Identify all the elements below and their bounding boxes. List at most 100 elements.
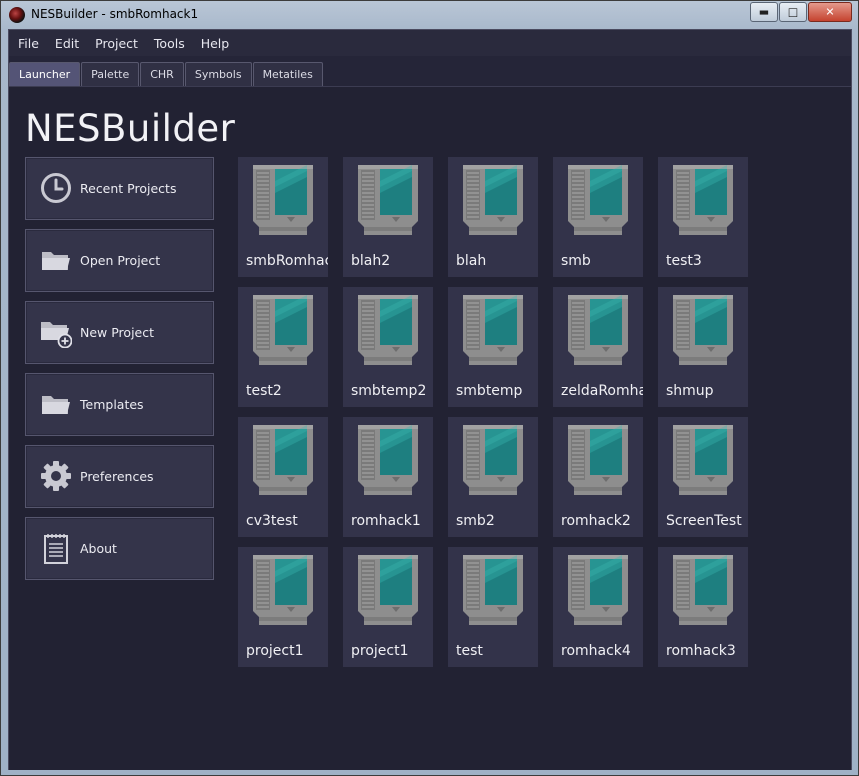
tab-palette[interactable]: Palette: [81, 62, 140, 86]
menu-edit[interactable]: Edit: [48, 36, 86, 51]
project-name: smbtemp2: [351, 383, 427, 399]
cartridge-icon: [358, 425, 418, 495]
project-name: project1: [351, 643, 409, 659]
close-button[interactable]: ✕: [808, 2, 852, 22]
folder-add-icon: [41, 322, 72, 348]
project-tile[interactable]: blah: [448, 157, 538, 277]
project-tile[interactable]: zeldaRomhac: [553, 287, 643, 407]
project-tile[interactable]: smbtemp: [448, 287, 538, 407]
menu-help[interactable]: Help: [194, 36, 237, 51]
cartridge-icon: [568, 295, 628, 365]
maximize-icon: □: [787, 5, 799, 19]
project-tile[interactable]: test3: [658, 157, 748, 277]
project-tile[interactable]: romhack1: [343, 417, 433, 537]
menu-file[interactable]: File: [11, 36, 46, 51]
gear-icon: [41, 461, 71, 491]
cartridge-icon: [673, 295, 733, 365]
clock-icon: [41, 173, 71, 203]
cartridge-icon: [463, 295, 523, 365]
tab-chr[interactable]: CHR: [140, 62, 184, 86]
project-name: smb: [561, 253, 591, 269]
project-tile[interactable]: romhack3: [658, 547, 748, 667]
cartridge-icon: [358, 555, 418, 625]
project-name: shmup: [666, 383, 714, 399]
folder-icon: [42, 252, 70, 270]
project-name: smbtemp: [456, 383, 523, 399]
cartridge-icon: [253, 425, 313, 495]
tab-launcher[interactable]: Launcher: [9, 62, 81, 86]
cartridge-icon: [253, 555, 313, 625]
project-tile[interactable]: project1: [238, 547, 328, 667]
minimize-button[interactable]: ▬: [750, 2, 778, 22]
new-project-label: New Project: [80, 325, 155, 340]
cartridge-icon: [463, 425, 523, 495]
notepad-icon: [44, 534, 68, 564]
open-project-label: Open Project: [80, 253, 161, 268]
folder-icon: [42, 396, 70, 414]
cartridge-icon: [673, 555, 733, 625]
project-name: ScreenTest: [666, 513, 742, 529]
title-bar[interactable]: NESBuilder - smbRomhack1 ▬ □ ✕: [1, 1, 858, 29]
project-tile[interactable]: smbtemp2: [343, 287, 433, 407]
preferences-button[interactable]: Preferences: [25, 445, 214, 508]
cartridge-icon: [463, 555, 523, 625]
project-name: romhack4: [561, 643, 631, 659]
project-name: romhack2: [561, 513, 631, 529]
cartridge-icon: [568, 165, 628, 235]
project-name: romhack1: [351, 513, 421, 529]
project-tile[interactable]: romhack2: [553, 417, 643, 537]
project-tile[interactable]: cv3test: [238, 417, 328, 537]
cartridge-icon: [673, 425, 733, 495]
cartridge-icon: [358, 295, 418, 365]
project-tile[interactable]: romhack4: [553, 547, 643, 667]
cartridge-icon: [463, 165, 523, 235]
project-name: smbRomhac: [246, 253, 328, 269]
project-tile[interactable]: ScreenTest: [658, 417, 748, 537]
tab-metatiles[interactable]: Metatiles: [252, 62, 323, 86]
project-name: project1: [246, 643, 304, 659]
project-tile[interactable]: shmup: [658, 287, 748, 407]
project-name: test3: [666, 253, 702, 269]
project-tile[interactable]: blah2: [343, 157, 433, 277]
tab-bar: Launcher Palette CHR Symbols Metatiles: [9, 62, 324, 86]
cartridge-icon: [568, 555, 628, 625]
app-logo-icon: [9, 7, 25, 23]
close-icon: ✕: [825, 5, 835, 19]
minimize-icon: ▬: [758, 5, 770, 19]
templates-label: Templates: [80, 397, 144, 412]
cartridge-icon: [673, 165, 733, 235]
project-tile[interactable]: test2: [238, 287, 328, 407]
tab-symbols[interactable]: Symbols: [184, 62, 252, 86]
project-tile[interactable]: test: [448, 547, 538, 667]
client-area: File Edit Project Tools Help Launcher Pa…: [8, 29, 852, 770]
launcher-panel: NESBuilder Recent Projects Open Project: [9, 86, 851, 770]
about-button[interactable]: About: [25, 517, 214, 580]
project-tile[interactable]: project1: [343, 547, 433, 667]
maximize-button[interactable]: □: [779, 2, 807, 22]
cartridge-icon: [253, 295, 313, 365]
cartridge-icon: [358, 165, 418, 235]
project-name: test2: [246, 383, 282, 399]
project-tile[interactable]: smbRomhac: [238, 157, 328, 277]
menu-tools[interactable]: Tools: [147, 36, 192, 51]
about-label: About: [80, 541, 117, 556]
project-name: blah: [456, 253, 487, 269]
project-tile[interactable]: smb2: [448, 417, 538, 537]
new-project-button[interactable]: New Project: [25, 301, 214, 364]
project-name: romhack3: [666, 643, 736, 659]
preferences-label: Preferences: [80, 469, 154, 484]
page-title: NESBuilder: [25, 107, 236, 150]
project-name: cv3test: [246, 513, 298, 529]
menu-bar: File Edit Project Tools Help: [9, 30, 851, 56]
cartridge-icon: [568, 425, 628, 495]
project-tile[interactable]: smb: [553, 157, 643, 277]
templates-button[interactable]: Templates: [25, 373, 214, 436]
open-project-button[interactable]: Open Project: [25, 229, 214, 292]
recent-projects-button[interactable]: Recent Projects: [25, 157, 214, 220]
project-name: blah2: [351, 253, 391, 269]
menu-project[interactable]: Project: [88, 36, 145, 51]
project-name: smb2: [456, 513, 495, 529]
app-window: NESBuilder - smbRomhack1 ▬ □ ✕ File Edit…: [0, 0, 859, 776]
project-name: test: [456, 643, 483, 659]
project-name: zeldaRomhac: [561, 383, 643, 399]
